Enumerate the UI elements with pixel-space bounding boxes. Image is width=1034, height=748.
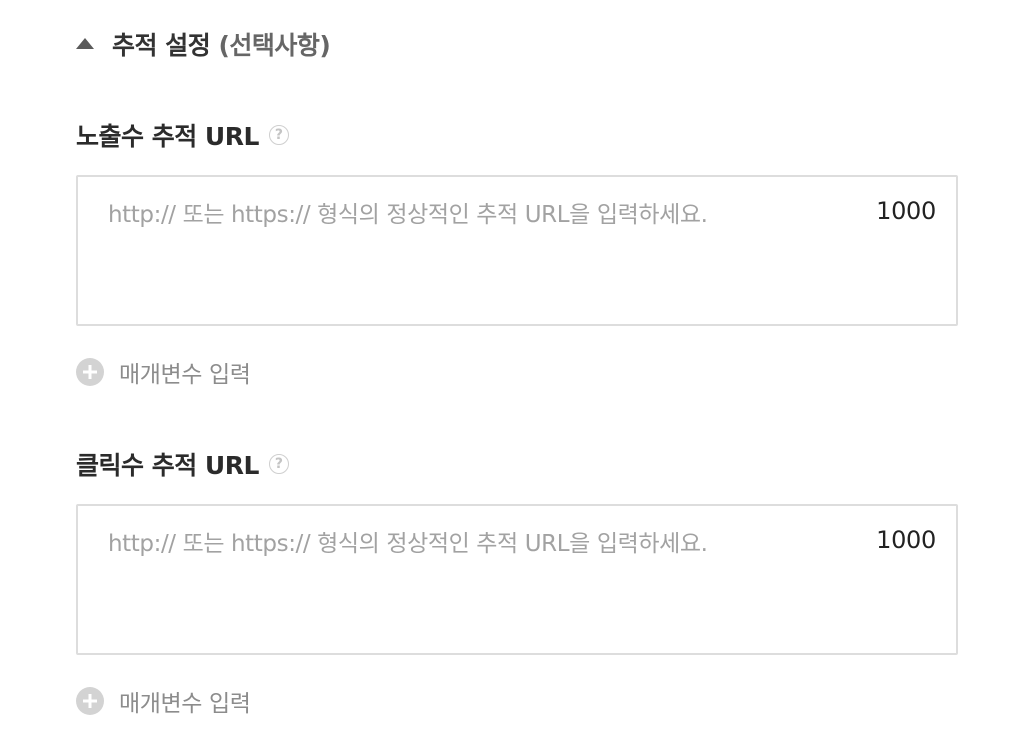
click-param-label: 매개변수 입력 bbox=[119, 691, 251, 717]
click-url-box: 1000 bbox=[76, 504, 958, 655]
impression-url-counter: 1000 bbox=[876, 197, 936, 225]
impression-url-input[interactable] bbox=[78, 177, 956, 324]
impression-url-label: 노출수 추적 URL bbox=[76, 122, 259, 151]
click-url-label: 클릭수 추적 URL bbox=[76, 451, 259, 480]
click-url-label-row: 클릭수 추적 URL ? bbox=[76, 446, 289, 482]
plus-circle-icon bbox=[76, 358, 104, 386]
click-param-button[interactable]: 매개변수 입력 bbox=[76, 684, 251, 718]
question-circle-icon[interactable]: ? bbox=[268, 125, 289, 145]
impression-param-label: 매개변수 입력 bbox=[119, 362, 251, 388]
click-url-input[interactable] bbox=[78, 506, 956, 653]
impression-url-label-row: 노출수 추적 URL ? bbox=[76, 117, 289, 153]
triangle-up-icon bbox=[76, 37, 94, 49]
click-url-counter: 1000 bbox=[876, 526, 936, 554]
question-circle-icon[interactable]: ? bbox=[268, 454, 289, 474]
plus-circle-icon bbox=[76, 687, 104, 715]
section-title-text: 추적 설정 bbox=[112, 31, 211, 60]
section-title: 추적 설정 (선택사항) bbox=[112, 26, 331, 62]
section-optional-note: (선택사항) bbox=[218, 31, 331, 60]
tracking-settings-toggle[interactable]: 추적 설정 (선택사항) bbox=[76, 24, 331, 64]
impression-param-button[interactable]: 매개변수 입력 bbox=[76, 355, 251, 389]
impression-url-box: 1000 bbox=[76, 175, 958, 326]
